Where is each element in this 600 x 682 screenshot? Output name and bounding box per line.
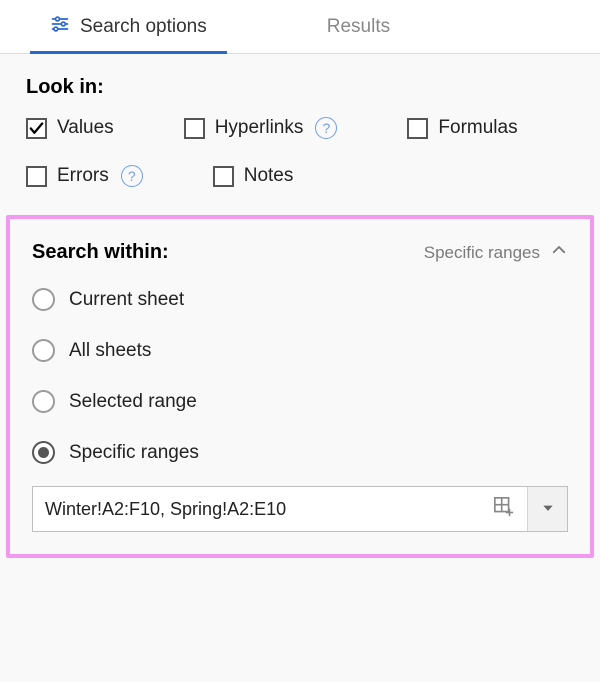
checkbox-errors-label: Errors	[57, 165, 109, 187]
checkbox-hyperlinks-label: Hyperlinks	[215, 117, 304, 139]
radio-all-sheets[interactable]: All sheets	[32, 339, 568, 362]
radio-specific-ranges-label: Specific ranges	[69, 442, 199, 464]
select-range-button[interactable]	[481, 487, 527, 531]
checkbox-box	[26, 118, 47, 139]
range-input[interactable]	[33, 487, 481, 531]
tab-results[interactable]: Results	[307, 0, 410, 53]
checkbox-notes-label: Notes	[244, 165, 294, 187]
radio-circle	[32, 288, 55, 311]
range-input-group	[32, 486, 568, 532]
checkbox-hyperlinks[interactable]: Hyperlinks ?	[184, 117, 338, 139]
help-icon[interactable]: ?	[121, 165, 143, 187]
chevron-down-icon	[541, 499, 555, 520]
search-within-collapse[interactable]: Specific ranges	[424, 241, 568, 264]
look-in-title: Look in:	[26, 76, 574, 99]
checkbox-box	[184, 118, 205, 139]
checkbox-formulas[interactable]: Formulas	[407, 117, 517, 139]
help-icon[interactable]: ?	[315, 117, 337, 139]
radio-selected-range-label: Selected range	[69, 391, 197, 413]
tab-results-label: Results	[327, 16, 390, 38]
sliders-icon	[50, 14, 70, 40]
radio-specific-ranges[interactable]: Specific ranges	[32, 441, 568, 464]
tabs: Search options Results	[0, 0, 600, 54]
radio-selected-range[interactable]: Selected range	[32, 390, 568, 413]
radio-current-sheet-label: Current sheet	[69, 289, 184, 311]
radio-circle	[32, 390, 55, 413]
radio-circle	[32, 441, 55, 464]
radio-all-sheets-label: All sheets	[69, 340, 151, 362]
checkbox-values-label: Values	[57, 117, 114, 139]
search-within-options: Current sheet All sheets Selected range …	[32, 288, 568, 464]
range-dropdown-button[interactable]	[527, 487, 567, 531]
tab-search-options[interactable]: Search options	[30, 0, 227, 53]
chevron-up-icon	[550, 241, 568, 264]
checkbox-box	[26, 166, 47, 187]
checkbox-values[interactable]: Values	[26, 117, 114, 139]
tab-search-options-label: Search options	[80, 16, 207, 38]
checkbox-formulas-label: Formulas	[438, 117, 517, 139]
radio-current-sheet[interactable]: Current sheet	[32, 288, 568, 311]
check-icon	[28, 120, 45, 137]
look-in-section: Look in: Values Hyperlinks ? Formulas Er…	[0, 54, 600, 197]
search-within-title: Search within:	[32, 241, 169, 264]
checkbox-notes[interactable]: Notes	[213, 165, 294, 187]
grid-plus-icon	[493, 496, 515, 523]
checkbox-box	[407, 118, 428, 139]
checkbox-errors[interactable]: Errors ?	[26, 165, 143, 187]
search-within-summary: Specific ranges	[424, 243, 540, 263]
search-within-section: Search within: Specific ranges Current s…	[6, 215, 594, 558]
radio-circle	[32, 339, 55, 362]
checkbox-box	[213, 166, 234, 187]
